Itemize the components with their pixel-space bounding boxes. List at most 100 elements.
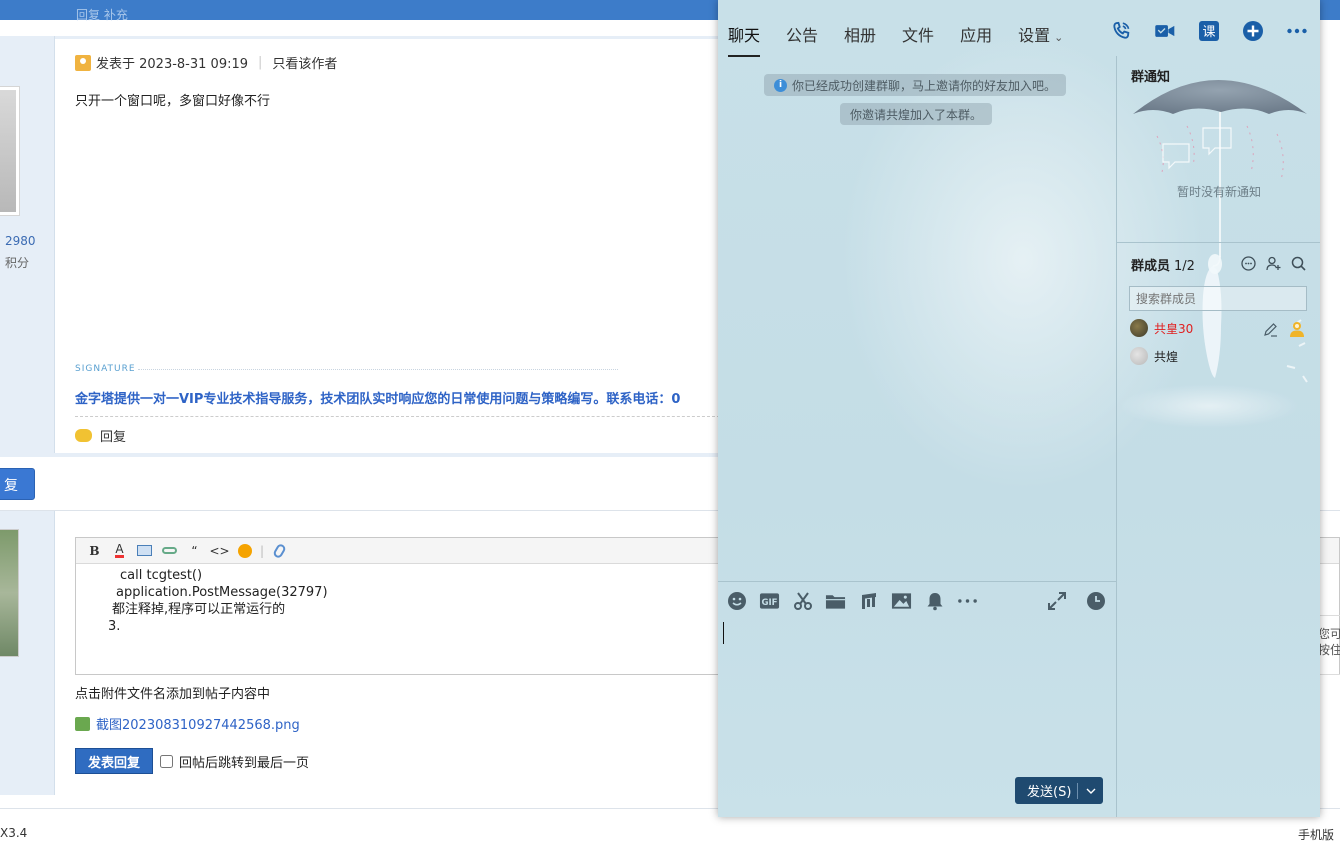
tab-chat[interactable]: 聊天 [728,22,761,57]
gif-icon-text: GIF [761,597,777,607]
system-message-text: 你邀请共煌加入了本群。 [850,107,983,122]
gif-icon[interactable]: GIF [759,590,780,611]
attach-hint: 点击附件文件名添加到帖子内容中 [75,687,271,702]
more-tools-icon[interactable] [957,590,978,611]
font-color-button[interactable]: A [107,541,132,561]
tab-announcement-label: 公告 [786,26,819,45]
post-meta: 发表于 2023-8-31 09:19 | 只看该作者 [75,53,337,72]
info-icon: i [774,78,787,92]
course-icon-text: 课 [1202,25,1215,40]
system-message: i 你已经成功创建群聊，马上邀请你的好友加入吧。 [764,74,1067,96]
group-chat-icon[interactable] [1241,256,1256,271]
system-message-text: 你已经成功创建群聊，马上邀请你的好友加入吧。 [792,78,1057,93]
tab-album[interactable]: 相册 [844,22,876,57]
more-icon[interactable] [1286,20,1308,42]
phone-icon[interactable] [1110,20,1132,42]
author-points[interactable]: 2980 [5,234,36,248]
insert-link-button[interactable] [157,541,182,561]
tab-apps[interactable]: 应用 [960,22,992,57]
author-avatar[interactable] [0,86,20,216]
image-icon[interactable] [891,590,912,611]
quote-button[interactable]: “ [182,541,207,561]
emoji-icon[interactable] [726,590,747,611]
attachment-file-link[interactable]: 截图202308310927442568.png [75,714,300,733]
chevron-down-icon: ⌄ [1054,31,1064,44]
tab-apps-label: 应用 [960,26,993,45]
tab-files[interactable]: 文件 [902,22,934,57]
expand-icon[interactable] [1046,590,1067,611]
member-item[interactable]: 共皇30 [1130,319,1193,337]
bold-button[interactable]: B [82,541,107,561]
insert-image-button[interactable] [132,541,157,561]
signature-label: SIGNATURE [75,364,136,374]
reply-bubble-icon [75,429,92,442]
post-body: 只开一个窗口呢，多窗口好像不行 [75,94,271,109]
tab-announcement[interactable]: 公告 [786,22,818,57]
link-icon [162,547,177,554]
reply-link[interactable]: 回复 [75,426,126,445]
author-sidebar: 2980 积分 [0,36,55,456]
member-item[interactable]: 共煌 [1130,347,1178,365]
folder-icon[interactable] [825,590,846,611]
jump-to-last-page-label: 回帖后跳转到最后一页 [179,756,310,771]
font-color-icon: A [115,541,124,558]
mobile-version-link[interactable]: 手机版 [1298,826,1334,843]
message-list[interactable]: i 你已经成功创建群聊，马上邀请你的好友加入吧。 你邀请共煌加入了本群。 [718,56,1116,581]
tab-settings-label: 设置 [1018,26,1051,45]
user-icon [75,54,91,71]
signature-text[interactable]: 金字塔提供一对一VIP专业技术指导服务，技术团队实时响应您的日常使用问题与策略编… [75,388,720,407]
member-name: 共皇30 [1154,321,1194,336]
bell-icon[interactable] [924,590,945,611]
scissors-icon[interactable] [792,590,813,611]
send-options-chevron-icon[interactable] [1078,788,1103,794]
top-ghost-text: 回复 补充 [76,8,128,22]
edit-icon[interactable] [1263,322,1278,341]
input-right-tools [1046,590,1106,611]
input-toolbar: GIF [726,590,978,611]
text-cursor [723,622,724,644]
member-search-input[interactable] [1129,286,1307,311]
meta-divider: | [258,55,263,70]
emoji-button[interactable] [232,541,257,561]
code-button[interactable]: <> [207,541,232,561]
jump-to-last-page-option[interactable]: 回帖后跳转到最后一页 [160,752,309,771]
video-icon[interactable] [1154,20,1176,42]
editor-side-hint: 您可 按住 [1318,627,1340,657]
only-author-link[interactable]: 只看该作者 [272,53,337,72]
chat-tabs: 聊天 公告 相册 文件 应用 设置 ⌄ [728,22,1089,57]
submit-reply-button[interactable]: 发表回复 [75,748,153,774]
separator-band-2 [0,453,720,457]
attach-button[interactable] [267,541,292,561]
send-button-label: 发送(S) [1027,785,1072,800]
chat-actions: 课 [1110,20,1308,42]
members-count: 1/2 [1174,259,1195,274]
jump-to-last-page-checkbox[interactable] [160,755,173,768]
group-chat-window: 聊天 公告 相册 文件 应用 设置 ⌄ 课 i 你已经成功创建群聊，马上邀请你的… [718,0,1320,817]
member-item-tools [1263,320,1306,342]
music-icon[interactable] [858,590,879,611]
reply-author-avatar[interactable] [0,529,19,657]
input-divider [718,581,1116,582]
reply-author-sidebar [0,511,55,795]
separator-band [0,36,720,39]
tab-chat-label: 聊天 [728,26,761,45]
add-icon[interactable] [1242,20,1264,42]
umbrella-illustration [1119,80,1308,428]
members-title-label: 群成员 [1131,259,1171,274]
history-icon[interactable] [1085,590,1106,611]
search-member-icon[interactable] [1291,256,1306,271]
reply-link-label: 回复 [100,430,127,445]
invite-member-icon[interactable] [1266,256,1281,271]
course-icon[interactable]: 课 [1198,20,1220,42]
signature-divider [138,369,618,370]
toolbar-divider: | [259,543,265,558]
message-input[interactable] [718,615,1116,775]
fast-reply-button[interactable]: 复 [0,468,35,500]
member-name: 共煌 [1154,349,1179,364]
paperclip-icon [272,542,287,559]
attachment-file-name: 截图202308310927442568.png [96,718,300,733]
image-icon [137,545,152,556]
tab-settings[interactable]: 设置 ⌄ [1018,22,1063,57]
chat-header: 聊天 公告 相册 文件 应用 设置 ⌄ 课 [718,0,1320,57]
send-button[interactable]: 发送(S) [1015,777,1103,804]
